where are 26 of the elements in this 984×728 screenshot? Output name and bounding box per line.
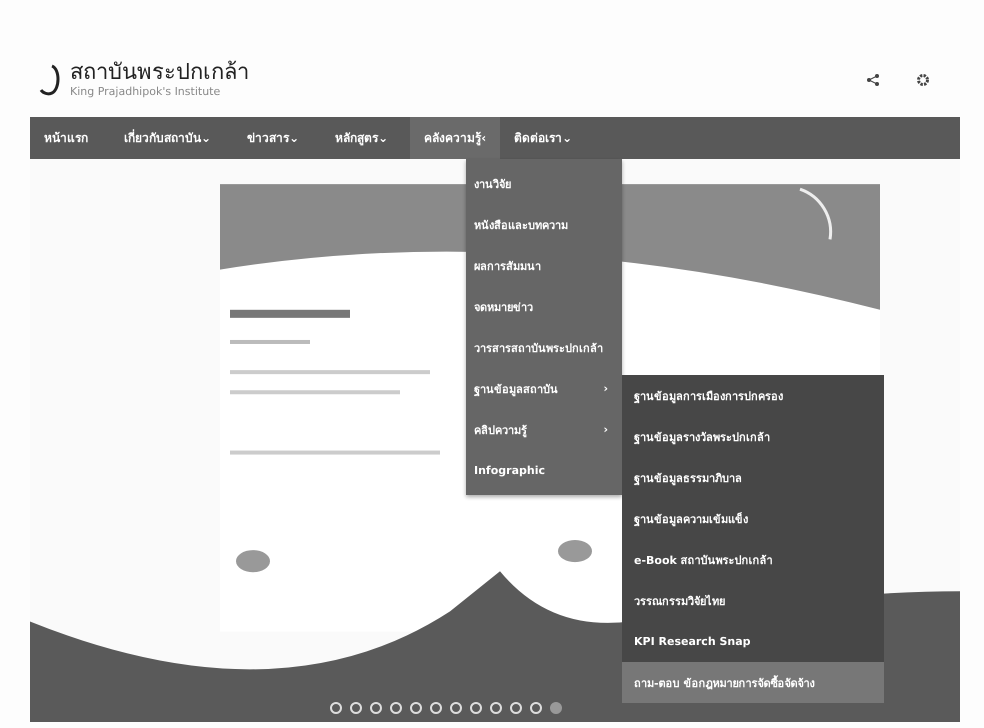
- menu-item[interactable]: Infographic: [466, 450, 622, 491]
- menu-item[interactable]: ฐานข้อมูลธรรมาภิบาล: [622, 457, 884, 498]
- menu-item[interactable]: คลิปความรู้ ›: [466, 409, 622, 450]
- nav-item[interactable]: หลักสูตร⌄: [335, 117, 410, 159]
- menu-item[interactable]: ฐานข้อมูลรางวัลพระปกเกล้า: [622, 416, 884, 457]
- menu-item[interactable]: จดหมายข่าว: [466, 286, 622, 327]
- settings-icon[interactable]: [916, 72, 930, 86]
- menu-item[interactable]: KPI Research Snap: [622, 621, 884, 662]
- menu-item[interactable]: ถาม-ตอบ ข้อกฎหมายการจัดซื้อจัดจ้าง: [622, 662, 884, 703]
- menu-item[interactable]: e-Book สถาบันพระปกเกล้า: [622, 539, 884, 580]
- menu-item[interactable]: ฐานข้อมูลการเมืองการปกครอง: [622, 375, 884, 416]
- menu-item[interactable]: วรรณกรรมวิจัยไทย: [622, 580, 884, 621]
- menu-item[interactable]: หนังสือและบทความ: [466, 204, 622, 245]
- menu-item[interactable]: ฐานข้อมูลสถาบัน ›: [466, 368, 622, 409]
- nav-item[interactable]: คลังความรู้‹: [410, 117, 500, 159]
- nav-item[interactable]: เกี่ยวกับสถาบัน⌄: [124, 117, 234, 159]
- site-subtitle: King Prajadhipok's Institute: [70, 85, 222, 98]
- nav-item[interactable]: ข่าวสาร⌄: [247, 117, 322, 159]
- menu-item[interactable]: งานวิจัย: [466, 163, 622, 204]
- share-icon[interactable]: [866, 72, 880, 86]
- menu-item[interactable]: วารสารสถาบันพระปกเกล้า: [466, 327, 622, 368]
- nav-item[interactable]: ติดต่อเรา⌄: [514, 117, 594, 159]
- site-title: สถาบันพระปกเกล้า: [70, 60, 250, 86]
- menu-item[interactable]: ฐานข้อมูลความเข้มแข็ง: [622, 498, 884, 539]
- menu-item[interactable]: ผลการสัมมนา: [466, 245, 622, 286]
- nav-item[interactable]: หน้าแรก: [44, 117, 110, 159]
